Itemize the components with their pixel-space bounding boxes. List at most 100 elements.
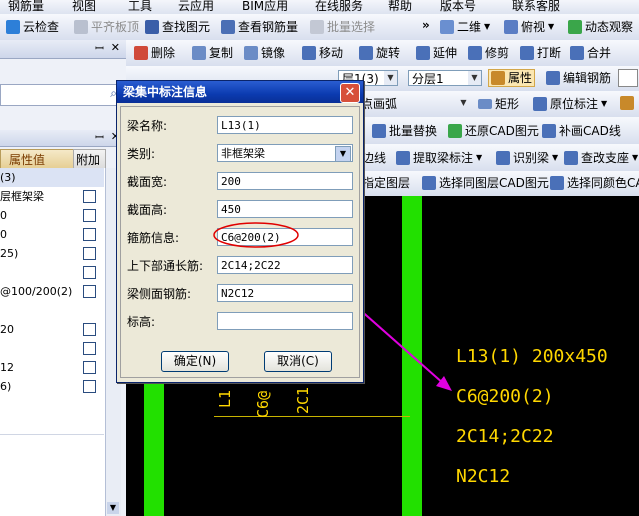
binoculars-icon (145, 20, 159, 34)
rectangle-button[interactable]: 矩形 (478, 96, 519, 112)
search-box[interactable]: ⌕ (0, 84, 120, 106)
batch-replace-button[interactable]: 批量替换 (372, 123, 437, 139)
pen-icon[interactable] (620, 96, 634, 110)
attach-checkbox[interactable] (83, 247, 96, 260)
identify-beam-button[interactable]: 识别梁 ▼ (496, 150, 558, 166)
assign-layer-button[interactable]: 指定图层 (362, 175, 410, 191)
view-rebar-button[interactable]: 查看钢筋量 (221, 19, 298, 35)
floor-combo[interactable]: 分层1 ▼ (408, 70, 482, 86)
menu-online[interactable]: 在线服务 (315, 0, 363, 14)
table-row[interactable]: 25) (0, 244, 104, 264)
merge-button[interactable]: 合并 (570, 45, 611, 61)
menu-rebar[interactable]: 钢筋量 (8, 0, 44, 14)
menu-help[interactable]: 帮助 (388, 0, 412, 14)
break-button[interactable]: 打断 (520, 45, 561, 61)
attach-checkbox[interactable] (83, 266, 96, 279)
table-row[interactable]: 0 (0, 225, 104, 245)
mirror-button[interactable]: 镜像 (244, 45, 285, 61)
level-board-button[interactable]: 平齐板顶 (74, 19, 139, 35)
attach-checkbox[interactable] (83, 361, 96, 374)
pin-icon[interactable]: ꟷ (95, 41, 104, 56)
pin-icon-2[interactable]: ꟷ (95, 130, 104, 145)
patch-cad-button[interactable]: 补画CAD线 (542, 123, 621, 139)
stirrup-field[interactable]: C6@200(2) (217, 228, 353, 246)
attach-checkbox[interactable] (83, 285, 96, 298)
menu-bim[interactable]: BIM应用 (242, 0, 288, 14)
table-row[interactable] (0, 301, 104, 321)
origin-label-button[interactable]: 原位标注 ▼ (533, 96, 607, 112)
edge-button[interactable]: 边线 (362, 150, 386, 166)
beam-name-annotation[interactable]: L13(1) 200x450 (456, 346, 608, 367)
dialog-titlebar[interactable]: 梁集中标注信息 (117, 81, 363, 103)
chevron-down-icon[interactable]: ▼ (335, 146, 351, 161)
table-row[interactable]: 20 (0, 320, 104, 340)
properties-button[interactable]: 属性 (488, 69, 536, 87)
table-row[interactable] (0, 339, 104, 359)
attach-checkbox[interactable] (83, 209, 96, 222)
through-rebar-field[interactable]: 2C14;2C22 (217, 256, 353, 274)
scroll-down-icon[interactable]: ▼ (107, 502, 119, 514)
select-same-color-button[interactable]: 选择同颜色CAD (550, 175, 639, 191)
trim-button[interactable]: 修剪 (468, 45, 509, 61)
section-width-field[interactable]: 200 (217, 172, 353, 190)
table-row[interactable] (0, 415, 104, 435)
find-element-button[interactable]: 查找图元 (145, 19, 210, 35)
move-button[interactable]: 移动 (302, 45, 343, 61)
arc-combo[interactable]: 点画弧 ▼ (358, 96, 470, 112)
batch-select-button[interactable]: 批量选择 (310, 19, 375, 35)
table-row[interactable] (0, 263, 104, 283)
rectangle-icon (478, 99, 492, 109)
beam-name-field[interactable]: L13(1) (217, 116, 353, 134)
table-row[interactable]: 层框架梁 (0, 187, 104, 207)
attach-checkbox[interactable] (83, 380, 96, 393)
extract-beam-label-button[interactable]: 提取梁标注 ▼ (396, 150, 482, 166)
category-select[interactable]: 非框架梁 ▼ (217, 144, 353, 162)
attach-checkbox[interactable] (83, 190, 96, 203)
grid-toggle-icon[interactable] (618, 69, 638, 87)
side-rebar-field[interactable]: N2C12 (217, 284, 353, 302)
stirrup-label: 箍筋信息: (127, 231, 180, 245)
table-row[interactable]: 6) (0, 377, 104, 397)
elevation-field[interactable] (217, 312, 353, 330)
attach-checkbox[interactable] (83, 323, 96, 336)
extend-button[interactable]: 延伸 (416, 45, 457, 61)
cloud-check-button[interactable]: 云检查 (6, 19, 59, 35)
toolbar-overflow[interactable]: » (422, 17, 430, 33)
table-row[interactable]: 0 (0, 206, 104, 226)
longitudinal-rebar-annotation[interactable]: 2C14;2C22 (456, 426, 554, 447)
copy-button[interactable]: 复制 (192, 45, 233, 61)
menu-cloud[interactable]: 云应用 (178, 0, 214, 14)
attach-checkbox[interactable] (83, 228, 96, 241)
beam-left[interactable] (144, 380, 164, 516)
cancel-button[interactable]: 取消(C) (264, 351, 332, 372)
check-support-button[interactable]: 查改支座 ▼ (564, 150, 638, 166)
elevation-label: 标高: (127, 315, 156, 329)
edit-rebar-button[interactable]: 编辑钢筋 (546, 70, 611, 86)
table-row[interactable]: 12 (0, 358, 104, 378)
beam-right[interactable] (402, 196, 422, 516)
table-row[interactable]: @100/200(2) (0, 282, 104, 302)
view-mode-button[interactable]: 俯视 ▼ (504, 19, 554, 35)
chevron-down-icon: ▼ (468, 71, 481, 85)
ok-button[interactable]: 确定(N) (161, 351, 229, 372)
section-height-field[interactable]: 450 (217, 200, 353, 218)
close-button[interactable]: ✕ (340, 83, 360, 103)
delete-button[interactable]: 删除 (134, 45, 175, 61)
menu-version[interactable]: 版本号 (440, 0, 476, 14)
menu-view[interactable]: 视图 (72, 0, 96, 14)
stirrup-annotation[interactable]: C6@200(2) (456, 386, 554, 407)
dynamic-view-button[interactable]: 动态观察 (568, 19, 633, 35)
close-icon[interactable]: ✕ (111, 41, 120, 54)
restore-cad-button[interactable]: 还原CAD图元 (448, 123, 539, 139)
attach-checkbox[interactable] (83, 342, 96, 355)
menu-contact[interactable]: 联系客服 (512, 0, 560, 14)
table-row[interactable] (0, 396, 104, 416)
side-rebar-annotation[interactable]: N2C12 (456, 466, 510, 487)
rotate-button[interactable]: 旋转 (359, 45, 400, 61)
select-same-layer-button[interactable]: 选择同图层CAD图元 (422, 175, 549, 191)
menu-tools[interactable]: 工具 (128, 0, 152, 14)
table-row[interactable]: (3) (0, 168, 104, 188)
cube-icon (504, 20, 518, 34)
two-d-button[interactable]: 二维 ▼ (440, 19, 490, 35)
patch-cad-icon (542, 124, 556, 138)
